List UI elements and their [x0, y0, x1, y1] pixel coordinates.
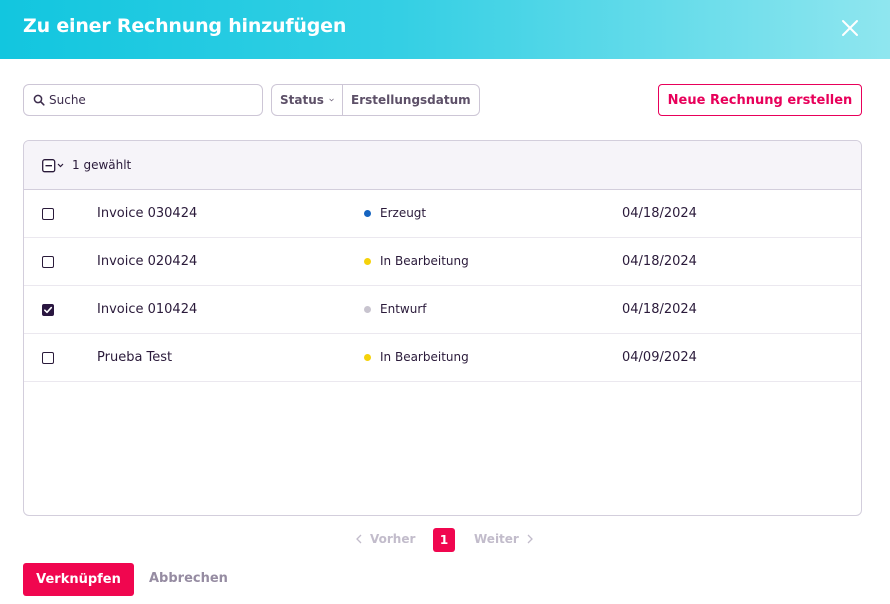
date-filter-label: Erstellungsdatum — [351, 93, 471, 107]
previous-page-button[interactable]: Vorher — [356, 532, 415, 546]
row-checkbox[interactable] — [42, 352, 54, 364]
search-icon — [33, 94, 45, 106]
invoice-date: 04/18/2024 — [622, 254, 697, 269]
invoice-status: Entwurf — [364, 302, 426, 316]
close-button[interactable] — [838, 16, 862, 40]
invoice-date: 04/18/2024 — [622, 206, 697, 221]
chevron-left-icon — [356, 534, 362, 544]
creation-date-filter-dropdown[interactable]: Erstellungsdatum — [343, 85, 479, 115]
invoice-name: Invoice 030424 — [97, 206, 198, 221]
invoice-status: In Bearbeitung — [364, 254, 469, 268]
page-1-button[interactable]: 1 — [433, 528, 455, 552]
close-icon — [842, 20, 858, 36]
status-filter-label: Status — [280, 93, 324, 107]
pagination: Vorher 1 Weiter — [356, 528, 536, 552]
filter-group: Status Erstellungsdatum — [271, 84, 480, 116]
status-label: Erzeugt — [380, 206, 427, 220]
status-dot-icon — [364, 209, 371, 217]
search-box[interactable] — [23, 84, 263, 116]
search-input[interactable] — [49, 91, 254, 109]
invoice-name: Invoice 020424 — [97, 254, 198, 269]
invoice-name: Invoice 010424 — [97, 302, 198, 317]
modal-title: Zu einer Rechnung hinzufügen — [23, 15, 347, 37]
status-dot-icon — [364, 353, 371, 361]
invoice-status: In Bearbeitung — [364, 350, 469, 364]
table-row[interactable]: Invoice 010424 Entwurf 04/18/2024 — [24, 286, 861, 334]
indeterminate-checkbox-icon — [42, 159, 64, 173]
status-label: In Bearbeitung — [380, 254, 469, 268]
next-page-button[interactable]: Weiter — [474, 532, 533, 546]
status-dot-icon — [364, 257, 371, 265]
status-label: In Bearbeitung — [380, 350, 469, 364]
status-filter-dropdown[interactable]: Status — [272, 85, 343, 115]
checkmark-icon — [44, 306, 53, 314]
row-checkbox[interactable] — [42, 208, 54, 220]
select-all-checkbox[interactable] — [42, 158, 68, 174]
row-checkbox[interactable] — [42, 304, 54, 316]
modal-header: Zu einer Rechnung hinzufügen — [0, 0, 890, 59]
new-invoice-button[interactable]: Neue Rechnung erstellen — [658, 84, 862, 116]
selected-count: 1 gewählt — [72, 158, 132, 172]
cancel-button[interactable]: Abbrechen — [149, 571, 228, 586]
table-header: 1 gewählt — [24, 141, 861, 190]
status-label: Entwurf — [380, 302, 427, 316]
invoice-date: 04/09/2024 — [622, 350, 697, 365]
chevron-down-icon — [329, 98, 334, 102]
link-button[interactable]: Verknüpfen — [23, 563, 134, 596]
row-checkbox[interactable] — [42, 256, 54, 268]
invoice-date: 04/18/2024 — [622, 302, 697, 317]
invoice-name: Prueba Test — [97, 350, 173, 365]
table-row[interactable]: Invoice 020424 In Bearbeitung 04/18/2024 — [24, 238, 861, 286]
chevron-right-icon — [527, 534, 533, 544]
next-page-label: Weiter — [474, 532, 519, 546]
previous-page-label: Vorher — [370, 532, 416, 546]
table-row[interactable]: Invoice 030424 Erzeugt 04/18/2024 — [24, 190, 861, 238]
invoice-status: Erzeugt — [364, 206, 426, 220]
status-dot-icon — [364, 305, 371, 313]
invoice-table: 1 gewählt Invoice 030424 Erzeugt 04/18/202… — [23, 140, 862, 516]
table-row[interactable]: Prueba Test In Bearbeitung 04/09/2024 — [24, 334, 861, 382]
